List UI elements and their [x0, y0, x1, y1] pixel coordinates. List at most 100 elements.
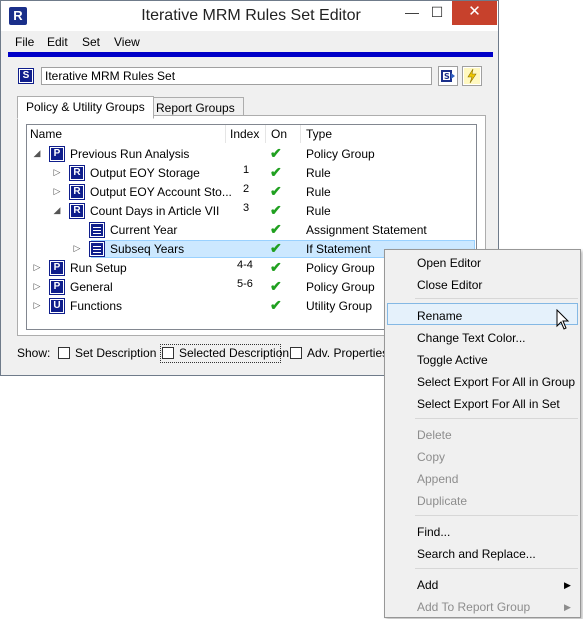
expand-toggle-icon[interactable]: ▷	[52, 167, 62, 177]
adv-properties-checkbox[interactable]	[290, 347, 302, 359]
row-name: Subseq Years	[110, 242, 185, 256]
menu-item-append[interactable]: Append	[417, 472, 458, 486]
column-header-name[interactable]: Name	[30, 127, 62, 141]
menu-file[interactable]: File	[15, 35, 34, 49]
svg-text:S: S	[444, 72, 450, 81]
menu-item-delete[interactable]: Delete	[417, 428, 452, 442]
menu-item-duplicate[interactable]: Duplicate	[417, 494, 467, 508]
row-index: 4-4	[237, 259, 253, 271]
title-bar[interactable]: R Iterative MRM Rules Set Editor — ☐ ✕	[1, 1, 498, 31]
menu-item-change-text-color[interactable]: Change Text Color...	[417, 331, 526, 345]
expand-toggle-icon[interactable]: ▷	[32, 262, 42, 272]
tree-row[interactable]: ◢ P Previous Run Analysis ✔ Policy Group	[27, 145, 476, 164]
active-check-icon[interactable]: ✔	[270, 164, 282, 181]
tree-row[interactable]: ▷ R Output EOY Account Sto... 2 ✔ Rule	[27, 183, 476, 202]
column-header-index[interactable]: Index	[230, 127, 259, 141]
menu-hover-highlight	[387, 303, 578, 325]
menu-item-close-editor[interactable]: Close Editor	[417, 278, 482, 292]
menu-item-search-replace[interactable]: Search and Replace...	[417, 547, 536, 561]
expand-toggle-icon[interactable]: ◢	[32, 148, 42, 158]
row-type: Rule	[306, 185, 331, 199]
row-name: General	[70, 280, 113, 294]
run-button[interactable]	[462, 66, 482, 86]
column-header-type[interactable]: Type	[306, 127, 332, 141]
set-name-field[interactable]: Iterative MRM Rules Set	[41, 67, 432, 85]
menu-item-add[interactable]: Add	[417, 578, 438, 592]
active-check-icon[interactable]: ✔	[270, 259, 282, 276]
menu-item-find[interactable]: Find...	[417, 525, 450, 539]
expand-toggle-icon[interactable]: ▷	[72, 243, 82, 253]
menu-item-open-editor[interactable]: Open Editor	[417, 256, 481, 270]
column-divider[interactable]	[225, 125, 226, 143]
row-type: Policy Group	[306, 261, 375, 275]
row-index: 1	[243, 164, 250, 176]
selected-description-label[interactable]: Selected Description	[179, 346, 289, 360]
active-check-icon[interactable]: ✔	[270, 221, 282, 238]
row-name: Count Days in Article VII	[90, 204, 220, 218]
menu-item-copy[interactable]: Copy	[417, 450, 445, 464]
row-index: 3	[243, 202, 250, 214]
menu-item-add-to-report-group[interactable]: Add To Report Group	[417, 600, 530, 614]
active-check-icon[interactable]: ✔	[270, 297, 282, 314]
column-divider[interactable]	[300, 125, 301, 143]
active-check-icon[interactable]: ✔	[270, 278, 282, 295]
policy-group-icon: P	[49, 146, 65, 162]
row-type: Policy Group	[306, 147, 375, 161]
menu-separator	[415, 568, 578, 569]
window-title: Iterative MRM Rules Set Editor	[141, 7, 361, 24]
active-check-icon[interactable]: ✔	[270, 183, 282, 200]
row-type: Assignment Statement	[306, 223, 427, 237]
row-name: Output EOY Account Sto...	[90, 185, 232, 199]
row-index: 5-6	[237, 278, 253, 290]
active-check-icon[interactable]: ✔	[270, 240, 282, 257]
row-type: Rule	[306, 204, 331, 218]
tree-row[interactable]: ◢ R Count Days in Article VII 3 ✔ Rule	[27, 202, 476, 221]
menu-item-select-export-set[interactable]: Select Export For All in Set	[417, 397, 560, 411]
riverware-app-icon: R	[9, 7, 27, 25]
submenu-arrow-icon: ▶	[564, 602, 571, 612]
menu-separator	[415, 515, 578, 516]
row-type: Rule	[306, 166, 331, 180]
row-name: Previous Run Analysis	[70, 147, 190, 161]
selected-description-checkbox[interactable]	[162, 347, 174, 359]
menu-item-rename[interactable]: Rename	[417, 309, 462, 323]
expand-toggle-icon[interactable]: ▷	[32, 281, 42, 291]
menu-item-toggle-active[interactable]: Toggle Active	[417, 353, 488, 367]
set-editor-button[interactable]: S	[438, 66, 458, 86]
adv-properties-label[interactable]: Adv. Properties	[307, 346, 388, 360]
active-check-icon[interactable]: ✔	[270, 202, 282, 219]
tab-policy-utility-groups[interactable]: Policy & Utility Groups	[17, 96, 154, 119]
minimize-button[interactable]: —	[399, 1, 425, 25]
row-name: Output EOY Storage	[90, 166, 200, 180]
submenu-arrow-icon: ▶	[564, 580, 571, 590]
expand-toggle-icon[interactable]: ◢	[52, 205, 62, 215]
expand-toggle-icon[interactable]: ▷	[52, 186, 62, 196]
policy-group-icon: P	[49, 279, 65, 295]
column-divider[interactable]	[265, 125, 266, 143]
column-header-on[interactable]: On	[271, 127, 287, 141]
set-icon: S	[18, 68, 34, 84]
open-set-icon: S	[441, 70, 455, 82]
tree-row[interactable]: Current Year ✔ Assignment Statement	[27, 221, 476, 240]
menu-separator	[415, 298, 578, 299]
close-button[interactable]: ✕	[452, 1, 497, 25]
expand-toggle-icon[interactable]: ▷	[32, 300, 42, 310]
menu-view[interactable]: View	[114, 35, 140, 49]
set-description-label[interactable]: Set Description	[75, 346, 156, 360]
lightning-icon	[464, 68, 480, 84]
menu-separator	[415, 418, 578, 419]
row-name: Current Year	[110, 223, 178, 237]
tree-row[interactable]: ▷ R Output EOY Storage 1 ✔ Rule	[27, 164, 476, 183]
context-menu: Open Editor Close Editor Rename Change T…	[384, 249, 581, 618]
menu-set[interactable]: Set	[82, 35, 100, 49]
menu-edit[interactable]: Edit	[47, 35, 68, 49]
menu-item-select-export-group[interactable]: Select Export For All in Group	[417, 375, 575, 389]
set-description-checkbox[interactable]	[58, 347, 70, 359]
row-name: Run Setup	[70, 261, 127, 275]
active-check-icon[interactable]: ✔	[270, 145, 282, 162]
rule-icon: R	[69, 203, 85, 219]
statement-icon	[89, 222, 105, 238]
show-label: Show:	[17, 346, 51, 360]
policy-group-icon: P	[49, 260, 65, 276]
maximize-button[interactable]: ☐	[425, 1, 449, 25]
